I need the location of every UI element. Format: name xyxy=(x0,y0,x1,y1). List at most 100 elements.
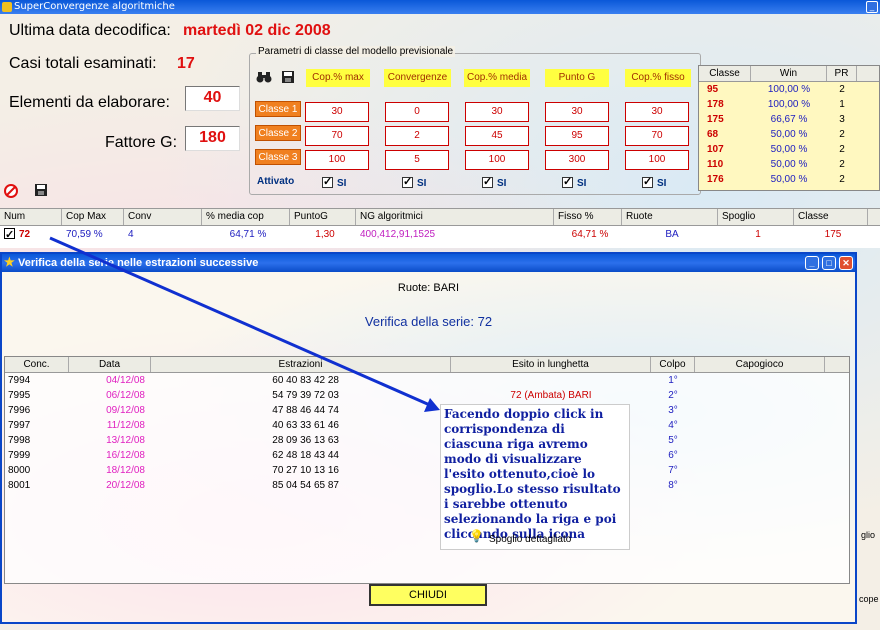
table-row[interactable]: 95 100,00 % 2 xyxy=(699,82,879,97)
rank-win: 100,00 % xyxy=(767,84,811,95)
rank-classe: 176 xyxy=(707,174,724,185)
class-1-button[interactable]: Classe 1 xyxy=(255,101,301,117)
grid-header-classe: Classe xyxy=(794,209,868,225)
table-row[interactable]: 7998 13/12/08 28 09 36 13 63 5° xyxy=(5,433,849,448)
table-row[interactable]: 68 50,00 % 2 xyxy=(699,127,879,142)
table-row[interactable]: 7995 06/12/08 54 79 39 72 03 72 (Ambata) BA… xyxy=(5,388,849,403)
table-row[interactable]: 8000 18/12/08 70 27 10 13 16 7° xyxy=(5,463,849,478)
table-row[interactable]: 7996 09/12/08 47 88 46 44 74 3° xyxy=(5,403,849,418)
col-header-cop-fisso: Cop.% fisso xyxy=(625,69,691,87)
row-checkbox-icon[interactable] xyxy=(4,226,15,244)
checkbox-icon[interactable] xyxy=(482,175,493,188)
active-checkbox-punto-g[interactable]: SI xyxy=(562,175,587,189)
class-2-cop-fisso[interactable]: 70 xyxy=(625,126,689,146)
dialog-close-icon[interactable]: ✕ xyxy=(839,256,853,270)
table-row[interactable]: 178 100,00 % 1 xyxy=(699,97,879,112)
rank-win: 50,00 % xyxy=(770,159,808,170)
class-1-cop-fisso[interactable]: 30 xyxy=(625,102,689,122)
rank-pr: 2 xyxy=(839,144,845,155)
elements-input[interactable]: 40 xyxy=(185,86,240,111)
checkbox-icon[interactable] xyxy=(562,175,573,188)
extractions-grid[interactable]: Conc. Data Estrazioni Esito in lunghetta… xyxy=(4,356,850,584)
grid-cell-ng: 400,412,91,1525 xyxy=(360,229,436,240)
class-3-cop-max[interactable]: 100 xyxy=(305,150,369,170)
factor-input[interactable]: 180 xyxy=(185,126,240,151)
ext-colpo: 7° xyxy=(668,465,678,476)
save-params-icon[interactable] xyxy=(281,70,295,84)
table-row[interactable]: 110 50,00 % 2 xyxy=(699,157,879,172)
rank-pr: 2 xyxy=(839,84,845,95)
class-1-convergenze[interactable]: 0 xyxy=(385,102,449,122)
class-2-punto-g[interactable]: 95 xyxy=(545,126,609,146)
table-row[interactable]: 7997 11/12/08 40 63 33 61 46 4° xyxy=(5,418,849,433)
verify-dialog: ★ Verifica della serie nelle estrazioni … xyxy=(0,252,857,624)
grid-header-ruote: Ruote xyxy=(622,209,718,225)
table-row[interactable]: 8001 20/12/08 85 04 54 65 87 8° xyxy=(5,478,849,493)
spoglio-dettagliato-label: Spoglio dettagliato xyxy=(489,534,572,545)
class-1-punto-g[interactable]: 30 xyxy=(545,102,609,122)
class-3-convergenze[interactable]: 5 xyxy=(385,150,449,170)
checkbox-icon[interactable] xyxy=(402,175,413,188)
binoculars-icon[interactable] xyxy=(256,70,272,84)
class-3-button[interactable]: Classe 3 xyxy=(255,149,301,165)
class-rank-table[interactable]: Classe Win PR 95 100,00 % 2 178 100,00 % 1 1… xyxy=(698,65,880,191)
col-header-punto-g: Punto G xyxy=(545,69,609,87)
ext-capogioco xyxy=(695,433,825,448)
params-legend: Parametri di classe del modello previsio… xyxy=(256,46,456,57)
table-row[interactable]: 176 50,00 % 2 xyxy=(699,172,879,187)
table-row[interactable]: 7999 16/12/08 62 48 18 43 44 6° xyxy=(5,448,849,463)
grid-cell-classe: 175 xyxy=(824,229,842,240)
cancel-icon[interactable] xyxy=(3,183,19,199)
grid-header-ng: NG algoritmici xyxy=(356,209,554,225)
active-checkbox-convergenze[interactable]: SI xyxy=(402,175,426,189)
ext-conc: 7999 xyxy=(8,450,31,461)
class-2-button[interactable]: Classe 2 xyxy=(255,125,301,141)
spoglio-dettagliato-button[interactable]: 💡 Spoglio dettagliato xyxy=(469,529,572,547)
close-button[interactable]: CHIUDI xyxy=(369,584,487,606)
checkbox-icon[interactable] xyxy=(642,175,653,188)
ext-capogioco xyxy=(695,463,825,478)
ext-estrazioni: 28 09 36 13 63 xyxy=(272,435,339,446)
table-row[interactable]: 72 70,59 % 4 64,71 % 1,30 400,412,91,152… xyxy=(0,226,880,244)
results-grid[interactable]: Num Cop Max Conv % media cop PuntoG NG a… xyxy=(0,208,880,248)
class-3-cop-media[interactable]: 100 xyxy=(465,150,529,170)
dialog-title-bar[interactable]: ★ Verifica della serie nelle estrazioni … xyxy=(2,254,855,272)
table-row[interactable]: 107 50,00 % 2 xyxy=(699,142,879,157)
checkbox-icon[interactable] xyxy=(322,175,333,188)
dialog-title: Verifica della serie nelle estrazioni su… xyxy=(18,257,259,269)
minimize-button[interactable]: _ xyxy=(866,1,878,13)
annotation-callout: Facendo doppio click in corrispondenza d… xyxy=(440,404,630,550)
grid-header-fisso: Fisso % xyxy=(554,209,622,225)
side-fragment-1: glio xyxy=(861,530,876,540)
class-1-cop-max[interactable]: 30 xyxy=(305,102,369,122)
ext-data: 16/12/08 xyxy=(106,450,145,461)
ext-colpo: 3° xyxy=(668,405,678,416)
ext-estrazioni: 62 48 18 43 44 xyxy=(272,450,339,461)
grid-cell-cop-max: 70,59 % xyxy=(66,229,103,240)
active-checkbox-cop-max[interactable]: SI xyxy=(322,175,346,189)
grid-cell-num[interactable]: 72 xyxy=(0,226,62,244)
rank-classe: 107 xyxy=(707,144,724,155)
table-row[interactable]: 175 66,67 % 3 xyxy=(699,112,879,127)
dialog-maximize-icon[interactable]: □ xyxy=(822,256,836,270)
checkbox-label: SI xyxy=(577,178,587,189)
save-icon[interactable] xyxy=(34,183,48,197)
active-checkbox-cop-fisso[interactable]: SI xyxy=(642,175,666,189)
rank-pr: 1 xyxy=(839,99,845,110)
class-2-convergenze[interactable]: 2 xyxy=(385,126,449,146)
class-3-punto-g[interactable]: 300 xyxy=(545,150,609,170)
class-3-cop-fisso[interactable]: 100 xyxy=(625,150,689,170)
ext-data: 06/12/08 xyxy=(106,390,145,401)
active-checkbox-cop-media[interactable]: SI xyxy=(482,175,506,189)
grid-num-value: 72 xyxy=(19,229,31,240)
table-row[interactable]: 7994 04/12/08 60 40 83 42 28 1° xyxy=(5,373,849,388)
dialog-minimize-icon[interactable]: _ xyxy=(805,256,819,270)
lightbulb-icon: 💡 xyxy=(469,529,484,543)
rank-header-pr: PR xyxy=(827,66,857,81)
grid-header-num: Num xyxy=(0,209,62,225)
side-fragment-2: cope xyxy=(859,594,879,604)
class-2-cop-max[interactable]: 70 xyxy=(305,126,369,146)
class-2-cop-media[interactable]: 45 xyxy=(465,126,529,146)
grid-cell-ruote: BA xyxy=(665,229,679,240)
class-1-cop-media[interactable]: 30 xyxy=(465,102,529,122)
